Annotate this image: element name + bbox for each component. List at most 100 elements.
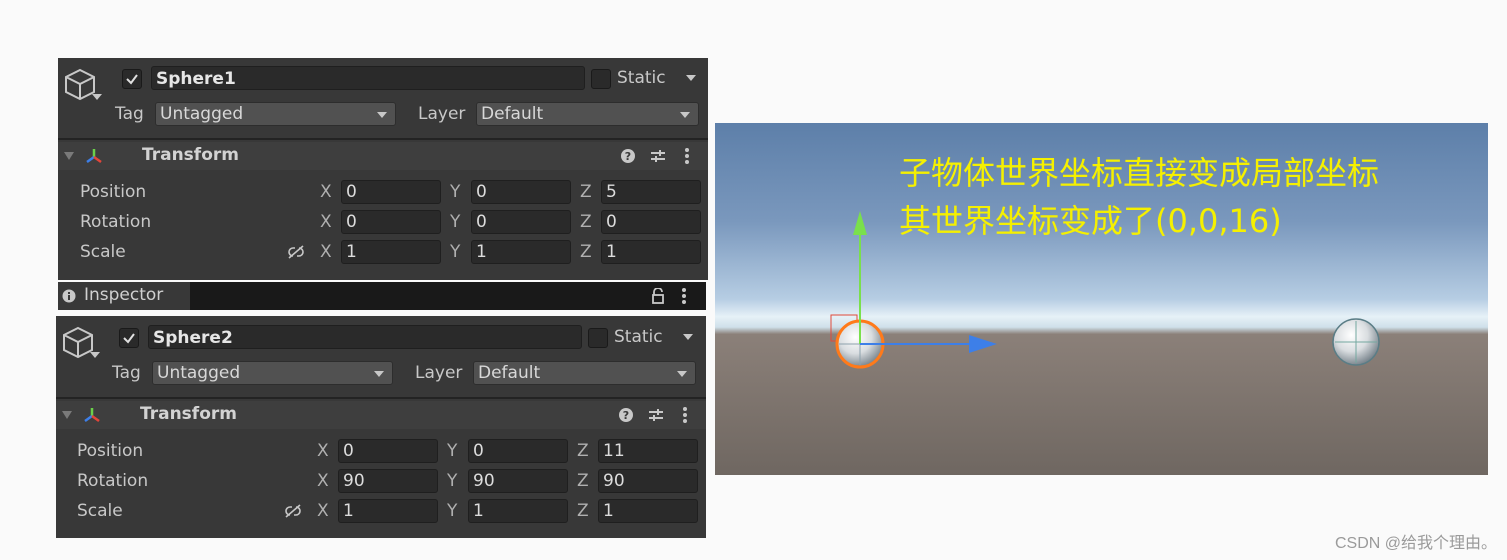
axis-y-label[interactable]: Y [450,181,460,203]
static-dropdown-icon[interactable] [686,75,696,81]
axis-x-label[interactable]: X [320,241,332,263]
axis-z-label[interactable]: Z [577,470,589,492]
icon-dropdown-arrow[interactable] [90,352,100,358]
rotation-label: Rotation [80,212,152,232]
svg-text:?: ? [623,409,629,422]
rotation-z-field[interactable]: 90 [598,469,698,493]
scale-x-field[interactable]: 1 [338,499,438,523]
layer-dropdown[interactable]: Default [476,102,699,126]
axis-z-label[interactable]: Z [577,440,589,462]
position-x-field[interactable]: 0 [338,439,438,463]
checkmark-icon [123,333,135,344]
lock-icon[interactable] [651,288,665,304]
scale-y-field[interactable]: 1 [468,499,568,523]
static-checkbox[interactable] [591,69,611,89]
position-z-field[interactable]: 11 [598,439,698,463]
checkmark-icon [126,74,138,85]
inspector-panel-sphere2: Sphere2 Static Tag Untagged Layer Defaul… [56,316,706,538]
position-x-field[interactable]: 0 [341,180,441,204]
transform-icon [84,408,100,423]
axis-z-label[interactable]: Z [580,241,592,263]
constrain-proportions-icon[interactable] [286,244,306,260]
tag-label: Tag [112,363,141,383]
layer-label: Layer [415,363,463,383]
foldout-arrow-icon[interactable] [62,411,72,419]
axis-z-label[interactable]: Z [577,500,589,522]
axis-y-label[interactable]: Y [450,241,460,263]
rotation-x-field[interactable]: 0 [341,210,441,234]
inspector-panel-sphere1: Sphere1 Static Tag Untagged Layer Defaul… [58,58,708,280]
rotation-label: Rotation [77,471,149,491]
static-label: Static [617,68,666,88]
scene-view[interactable]: 子物体世界坐标直接变成局部坐标 其世界坐标变成了(0,0,16) [715,123,1488,475]
sphere2-object[interactable] [1332,318,1380,366]
axis-x-label[interactable]: X [320,181,332,203]
svg-text:?: ? [625,150,631,163]
axis-y-label[interactable]: Y [450,211,460,233]
transform-header[interactable]: Transform ? [58,142,708,170]
help-icon[interactable]: ? [618,407,634,423]
component-title: Transform [142,145,239,165]
axis-z-label[interactable]: Z [580,211,592,233]
help-icon[interactable]: ? [620,148,636,164]
axis-x-label[interactable]: X [317,470,329,492]
foldout-arrow-icon[interactable] [64,152,74,160]
scale-z-field[interactable]: 1 [601,240,701,264]
preset-icon[interactable] [648,407,664,423]
position-z-field[interactable]: 5 [601,180,701,204]
tag-value: Untagged [157,363,241,383]
scale-x-field[interactable]: 1 [341,240,441,264]
object-name-input[interactable]: Sphere1 [151,66,585,90]
scene-gizmos [830,211,1380,369]
axis-y-label[interactable]: Y [447,440,457,462]
layer-dropdown[interactable]: Default [473,361,696,385]
active-checkbox[interactable] [119,328,139,348]
tag-value: Untagged [160,104,244,124]
info-icon [62,289,76,303]
axis-z-label[interactable]: Z [580,181,592,203]
icon-dropdown-arrow[interactable] [92,94,102,100]
layer-value: Default [481,104,544,124]
position-y-field[interactable]: 0 [471,180,571,204]
object-name-input[interactable]: Sphere2 [148,325,582,349]
more-menu-icon[interactable] [684,147,690,165]
watermark: CSDN @给我个理由。 [1334,535,1497,552]
tag-dropdown[interactable]: Untagged [152,361,393,385]
static-dropdown-icon[interactable] [683,334,693,340]
scale-z-field[interactable]: 1 [598,499,698,523]
more-menu-icon[interactable] [682,406,688,424]
tag-label: Tag [115,104,144,124]
tag-dropdown[interactable]: Untagged [155,102,396,126]
scale-label: Scale [77,501,123,521]
rotation-z-field[interactable]: 0 [601,210,701,234]
axis-y-label[interactable]: Y [447,500,457,522]
divider [58,138,708,140]
more-menu-icon[interactable] [681,287,687,305]
transform-header[interactable]: Transform ? [56,401,706,429]
axis-y-label[interactable]: Y [447,470,457,492]
rotation-y-field[interactable]: 90 [468,469,568,493]
rotation-x-field[interactable]: 90 [338,469,438,493]
chevron-down-icon [374,371,384,377]
component-title: Transform [140,404,237,424]
scale-label: Scale [80,242,126,262]
static-checkbox[interactable] [588,328,608,348]
constrain-proportions-icon[interactable] [283,503,303,519]
tab-inspector-label: Inspector [84,285,164,305]
axis-x-label[interactable]: X [317,440,329,462]
divider [56,397,706,399]
axis-x-label[interactable]: X [317,500,329,522]
scale-y-field[interactable]: 1 [471,240,571,264]
layer-value: Default [478,363,541,383]
position-label: Position [80,182,147,202]
tab-inspector[interactable]: Inspector [58,282,190,310]
rotation-y-field[interactable]: 0 [471,210,571,234]
preset-icon[interactable] [650,148,666,164]
position-y-field[interactable]: 0 [468,439,568,463]
layer-label: Layer [418,104,466,124]
axis-x-label[interactable]: X [320,211,332,233]
active-checkbox[interactable] [122,69,142,89]
static-label: Static [614,327,663,347]
transform-icon [86,149,102,164]
inspector-tab-bar: Inspector [58,282,706,310]
